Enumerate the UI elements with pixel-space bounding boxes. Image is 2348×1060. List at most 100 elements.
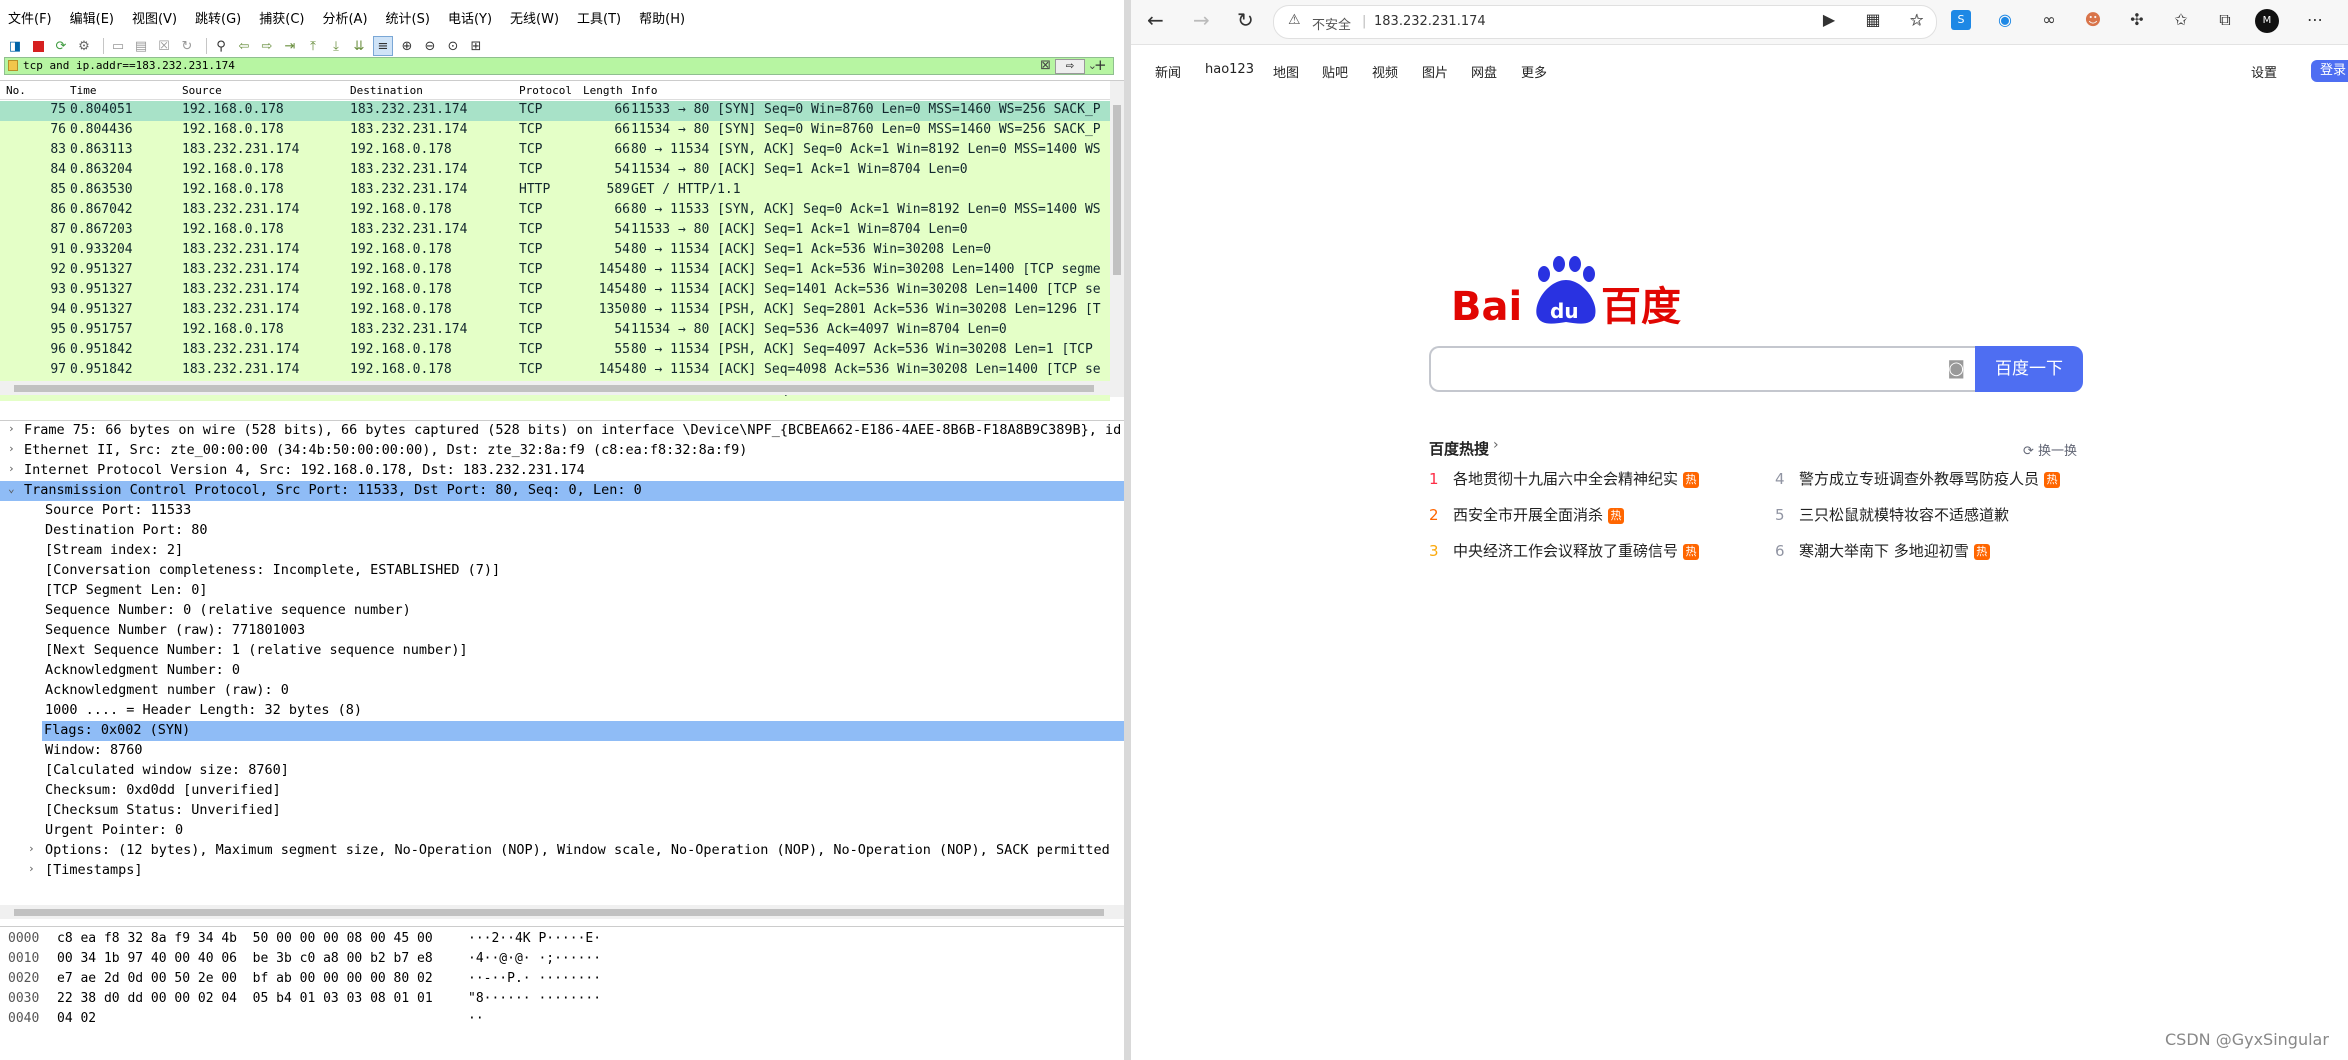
scrollbar-thumb[interactable] [14, 909, 1104, 916]
packet-row[interactable]: 86 0.867042 183.232.231.174 192.168.0.178 TC… [0, 201, 1110, 221]
packet-row[interactable]: 94 0.951327 183.232.231.174 192.168.0.178 TC… [0, 301, 1110, 321]
login-button[interactable]: 登录 [2311, 60, 2348, 82]
detail-row[interactable]: › Ethernet II, Src: zte_00:00:00 (34:4b:5… [0, 441, 1124, 461]
zoom-in-icon[interactable]: ⊕ [398, 37, 416, 55]
settings-link[interactable]: 设置 [2251, 62, 2277, 81]
nav-link[interactable]: 图片 [1422, 62, 1448, 81]
detail-row[interactable]: ›Flags: 0x002 (SYN) [42, 721, 1124, 741]
bytes-ascii[interactable]: ·· [468, 1011, 484, 1026]
details-horizontal-scrollbar[interactable] [0, 905, 1124, 919]
close-file-icon[interactable]: ☒ [155, 37, 173, 55]
clear-filter-icon[interactable]: ⊠ [1040, 58, 1051, 73]
detail-row[interactable]: Window: 8760 [0, 741, 1124, 761]
detail-row[interactable]: Acknowledgment Number: 0 [0, 661, 1124, 681]
bytes-off[interactable]: 0030 [8, 991, 39, 1006]
search-input[interactable]: ◙ [1429, 346, 1975, 392]
refresh-icon[interactable]: ↻ [1237, 8, 1254, 32]
detail-row[interactable]: Urgent Pointer: 0 [0, 821, 1124, 841]
interface-list-icon[interactable]: ◨ [6, 37, 24, 55]
column-protocol[interactable]: Protocol [519, 84, 572, 97]
chevron-right-icon[interactable]: › [1493, 437, 1499, 453]
forward-icon[interactable]: → [1193, 8, 1210, 32]
expand-chevron-icon[interactable]: ⌄ [8, 482, 15, 495]
bytes-ascii[interactable]: "8······ ········ [468, 991, 601, 1006]
packet-row[interactable]: 93 0.951327 183.232.231.174 192.168.0.178 TC… [0, 281, 1110, 301]
detail-row[interactable]: [Next Sequence Number: 1 (relative seque… [0, 641, 1124, 661]
bookmark-icon[interactable] [8, 60, 18, 71]
nav-link[interactable]: 贴吧 [1322, 62, 1348, 81]
bytes-off[interactable]: 0000 [8, 931, 39, 946]
stop-capture-icon[interactable] [29, 37, 47, 55]
profile-avatar[interactable]: M [2255, 9, 2279, 33]
column-time[interactable]: Time [70, 84, 97, 97]
extension-circle-icon[interactable]: ◉ [1995, 10, 2015, 30]
menu-item[interactable]: 跳转(G) [186, 8, 250, 27]
apply-filter-button[interactable]: ⇨ [1055, 59, 1085, 74]
detail-row[interactable]: [TCP Segment Len: 0] [0, 581, 1124, 601]
hot-item[interactable]: 1 各地贯彻十九届六中全会精神纪实热 [1429, 468, 1700, 489]
normal-size-icon[interactable]: ⊙ [444, 37, 462, 55]
detail-row[interactable]: › Internet Protocol Version 4, Src: 192.1… [0, 461, 1124, 481]
column-length[interactable]: Length [583, 84, 623, 97]
reload-file-icon[interactable]: ↻ [178, 37, 196, 55]
detail-row[interactable]: Sequence Number (raw): 771801003 [0, 621, 1124, 641]
packet-list-horizontal-scrollbar[interactable] [0, 381, 1110, 395]
detail-row[interactable]: [Conversation completeness: Incomplete, … [0, 561, 1124, 581]
packet-row[interactable]: 92 0.951327 183.232.231.174 192.168.0.178 TC… [0, 261, 1110, 281]
save-file-icon[interactable]: ▤ [132, 37, 150, 55]
menu-item[interactable]: 统计(S) [377, 8, 439, 27]
detail-row[interactable]: Destination Port: 80 [0, 521, 1124, 541]
display-filter-input[interactable]: tcp and ip.addr==183.232.231.174 [23, 59, 235, 72]
column-source[interactable]: Source [182, 84, 222, 97]
find-packet-icon[interactable]: ⚲ [212, 37, 230, 55]
nav-link[interactable]: hao123 [1205, 62, 1254, 77]
scrollbar-thumb[interactable] [1113, 105, 1121, 275]
detail-row[interactable]: [Calculated window size: 8760] [0, 761, 1124, 781]
packet-row[interactable]: 95 0.951757 192.168.0.178 183.232.231.174 TC… [0, 321, 1110, 341]
detail-row[interactable]: Source Port: 11533 [0, 501, 1124, 521]
nav-link[interactable]: 网盘 [1471, 62, 1497, 81]
expand-chevron-icon[interactable]: › [8, 462, 15, 475]
detail-row[interactable]: Acknowledgment number (raw): 0 [0, 681, 1124, 701]
packet-row[interactable]: 76 0.804436 192.168.0.178 183.232.231.174 TC… [0, 121, 1110, 141]
bytes-hex[interactable]: 04 02 [57, 1011, 96, 1026]
nav-link[interactable]: 地图 [1273, 62, 1299, 81]
display-filter-bar[interactable]: tcp and ip.addr==183.232.231.174 ⊠ ⇨ ⌄ [4, 57, 1114, 75]
nav-link[interactable]: 更多 [1521, 62, 1547, 81]
detail-row[interactable]: › [Timestamps] [0, 861, 1124, 881]
refresh-hot-link[interactable]: ⟳ 换一换 [2023, 440, 2077, 459]
colorize-icon[interactable]: ≡ [373, 36, 393, 56]
hot-item[interactable]: 5 三只松鼠就模特妆容不适感道歉 [1775, 504, 2009, 525]
extension-face-icon[interactable]: ☻ [2083, 10, 2103, 30]
menu-item[interactable]: 无线(W) [501, 8, 568, 27]
window-divider[interactable] [1124, 0, 1131, 1060]
packet-row[interactable]: 83 0.863113 183.232.231.174 192.168.0.178 TC… [0, 141, 1110, 161]
zoom-out-icon[interactable]: ⊖ [421, 37, 439, 55]
bytes-hex[interactable]: 22 38 d0 dd 00 00 02 04 05 b4 01 03 03 0… [57, 991, 433, 1006]
open-file-icon[interactable]: ▭ [109, 37, 127, 55]
column-no[interactable]: No. [6, 84, 26, 97]
menu-item[interactable]: 视图(V) [123, 8, 186, 27]
autoscroll-icon[interactable]: ⇊ [350, 37, 368, 55]
hot-search-title[interactable]: 百度热搜 [1429, 438, 1489, 459]
nav-link[interactable]: 视频 [1372, 62, 1398, 81]
column-info[interactable]: Info [631, 84, 658, 97]
capture-options-icon[interactable]: ⚙ [75, 37, 93, 55]
bytes-off[interactable]: 0010 [8, 951, 39, 966]
packet-list-vertical-scrollbar[interactable] [1110, 81, 1124, 397]
packet-row[interactable]: 96 0.951842 183.232.231.174 192.168.0.178 TC… [0, 341, 1110, 361]
first-packet-icon[interactable]: ⤒ [304, 37, 322, 55]
hot-item[interactable]: 2 西安全市开展全面消杀热 [1429, 504, 1625, 525]
bytes-hex[interactable]: c8 ea f8 32 8a f9 34 4b 50 00 00 00 08 0… [57, 931, 433, 946]
back-icon[interactable]: ← [1147, 8, 1164, 32]
extensions-puzzle-icon[interactable]: ✣ [2127, 10, 2147, 30]
detail-row[interactable]: › Options: (12 bytes), Maximum segment si… [0, 841, 1124, 861]
more-menu-icon[interactable]: ⋯ [2305, 10, 2325, 30]
restart-capture-icon[interactable]: ⟳ [52, 37, 70, 55]
bytes-ascii[interactable]: ···2··4K P·····E· [468, 931, 601, 946]
bytes-ascii[interactable]: ··-··P.· ········ [468, 971, 601, 986]
expand-chevron-icon[interactable]: › [8, 442, 15, 455]
extension-link-icon[interactable]: ∞ [2039, 10, 2059, 30]
hot-text[interactable]: 警方成立专班调查外教辱骂防疫人员 [1799, 470, 2039, 488]
go-back-icon[interactable]: ⇦ [235, 37, 253, 55]
